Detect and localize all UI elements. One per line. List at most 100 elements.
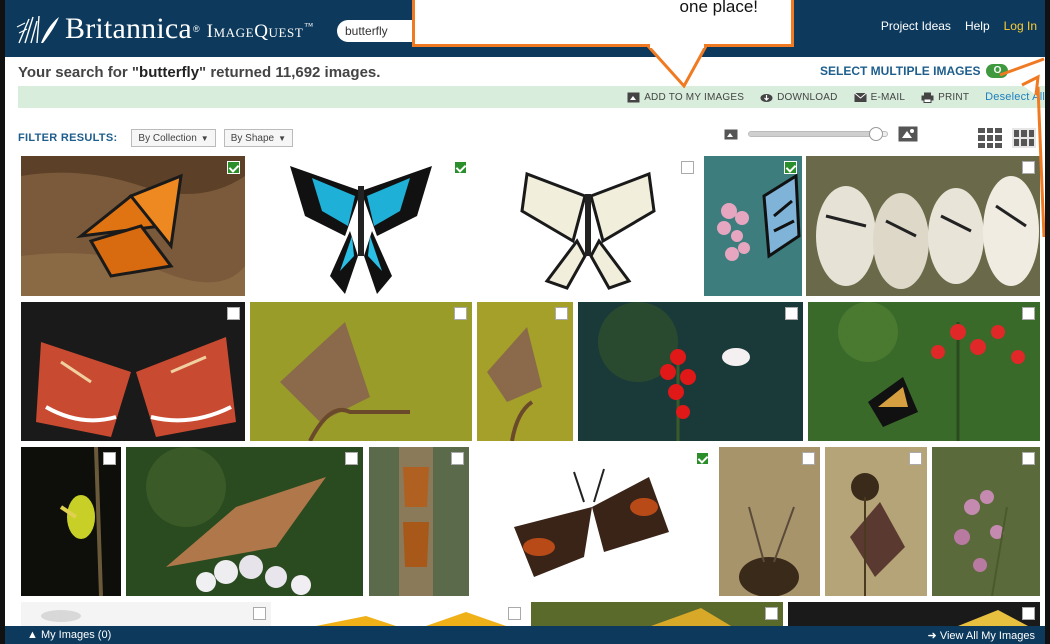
selection-toolbar: ADD TO MY IMAGES DOWNLOAD E-MAIL PRINT D… [18, 86, 1045, 108]
download-label: DOWNLOAD [777, 91, 838, 103]
select-multiple-images[interactable]: SELECT MULTIPLE IMAGES O [820, 64, 1009, 78]
image-tile[interactable] [704, 156, 802, 296]
image-tile[interactable] [474, 447, 714, 596]
brown-butterfly-small-image [477, 302, 573, 441]
brown-butterfly-on-twig-image [250, 302, 472, 441]
image-tile[interactable] [808, 302, 1040, 441]
image-tile[interactable] [719, 447, 820, 596]
image-tile[interactable] [369, 447, 469, 596]
fritillary-on-white-flowers-image [126, 447, 363, 596]
tile-checkbox[interactable] [1022, 452, 1035, 465]
my-images-toggle[interactable]: ▲ My Images (0) [27, 629, 111, 641]
nav-login[interactable]: Log In [1004, 19, 1037, 33]
partial-green-image [531, 602, 783, 626]
nav-project-ideas[interactable]: Project Ideas [881, 19, 951, 33]
top-nav: Project Ideas Help Log In [881, 19, 1037, 33]
britannica-logo[interactable]: Britannica ® ImageQuest™ [15, 12, 314, 46]
zoom-slider[interactable] [748, 127, 888, 141]
image-tile[interactable] [276, 602, 526, 626]
tile-checkbox[interactable] [1022, 307, 1035, 320]
brand-trademark: ® [192, 24, 200, 34]
chrysalis-image [21, 447, 121, 596]
results-query: butterfly [139, 64, 200, 81]
email-button[interactable]: E-MAIL [853, 91, 906, 103]
image-tile[interactable] [825, 447, 927, 596]
tile-checkbox[interactable] [454, 161, 467, 174]
tile-checkbox[interactable] [345, 452, 358, 465]
results-prefix: Your search for " [18, 64, 140, 81]
arrow-right-icon: ➜ [927, 629, 937, 642]
black-orange-butterfly-image [808, 302, 1040, 441]
small-image-icon [724, 129, 738, 139]
image-tile[interactable] [21, 302, 245, 441]
tile-checkbox[interactable] [454, 307, 467, 320]
email-label: E-MAIL [870, 91, 906, 103]
tile-checkbox[interactable] [451, 452, 464, 465]
view-all-my-images-link[interactable]: ➜ View All My Images [928, 629, 1035, 642]
ringlet-butterfly-image [474, 447, 714, 596]
add-to-my-images-label: ADD TO MY IMAGES [644, 91, 745, 103]
partial-image [21, 602, 271, 626]
callout-tail [646, 44, 708, 88]
tile-checkbox[interactable] [909, 452, 922, 465]
partial-dark-image [788, 602, 1040, 626]
add-image-icon [627, 92, 640, 102]
large-image-icon [898, 126, 918, 142]
product-label: ImageQuest [206, 21, 304, 42]
shape-dropdown-label: By Shape [230, 132, 275, 144]
image-tile[interactable] [21, 447, 121, 596]
results-suffix: " returned 11,692 images. [199, 64, 381, 81]
image-tile[interactable] [477, 156, 699, 296]
collection-dropdown[interactable]: By Collection ▼ [131, 129, 216, 147]
tile-checkbox[interactable] [681, 161, 694, 174]
tile-checkbox[interactable] [765, 607, 778, 620]
tile-checkbox[interactable] [227, 161, 240, 174]
monarch-on-bark-image [21, 156, 245, 296]
image-tile[interactable] [250, 302, 472, 441]
tile-checkbox[interactable] [1022, 607, 1035, 620]
tile-checkbox[interactable] [696, 452, 709, 465]
chevron-up-icon: ▲ [27, 629, 38, 641]
image-tile[interactable] [250, 156, 472, 296]
image-tile[interactable] [21, 602, 271, 626]
white-swallowtail-image [477, 156, 699, 296]
download-button[interactable]: DOWNLOAD [760, 92, 838, 103]
tree-trunk-moths-image [369, 447, 469, 596]
thistle-logo-icon [16, 15, 59, 44]
annotation-arrow [999, 57, 1045, 238]
product-name: ImageQuest™ [207, 21, 314, 43]
caret-down-icon: ▼ [278, 133, 286, 143]
butterfly-on-seedhead-image [825, 447, 927, 596]
image-tile[interactable] [932, 447, 1040, 596]
tutorial-callout: one place! [412, 0, 794, 47]
add-to-my-images-button[interactable]: ADD TO MY IMAGES [627, 92, 744, 103]
purple-flowers-image [932, 447, 1040, 596]
tile-checkbox[interactable] [227, 307, 240, 320]
butterfly-on-dry-flower-image [719, 447, 820, 596]
image-tile[interactable] [578, 302, 803, 441]
leopard-lacewing-image [21, 302, 245, 441]
callout-text: one place! [679, 0, 758, 16]
select-multiple-label: SELECT MULTIPLE IMAGES [820, 64, 981, 78]
print-button[interactable]: PRINT [921, 92, 969, 103]
image-tile[interactable] [531, 602, 783, 626]
image-tile[interactable] [477, 302, 573, 441]
tile-checkbox[interactable] [508, 607, 521, 620]
my-images-label: My Images (0) [40, 629, 112, 641]
blue-tiger-on-flowers-image [704, 156, 802, 296]
tile-checkbox[interactable] [802, 452, 815, 465]
tile-checkbox[interactable] [253, 607, 266, 620]
results-summary: Your search for "butterfly" returned 11,… [18, 64, 380, 81]
nav-help[interactable]: Help [965, 19, 990, 33]
tile-checkbox[interactable] [785, 307, 798, 320]
collection-dropdown-label: By Collection [138, 132, 197, 144]
shape-dropdown[interactable]: By Shape ▼ [223, 129, 293, 147]
image-tile[interactable] [21, 156, 245, 296]
tile-checkbox[interactable] [103, 452, 116, 465]
zoom-slider-handle[interactable] [868, 127, 883, 141]
tile-checkbox[interactable] [784, 161, 797, 174]
printer-icon [921, 92, 934, 103]
image-tile[interactable] [126, 447, 363, 596]
image-tile[interactable] [788, 602, 1040, 626]
tile-checkbox[interactable] [555, 307, 568, 320]
